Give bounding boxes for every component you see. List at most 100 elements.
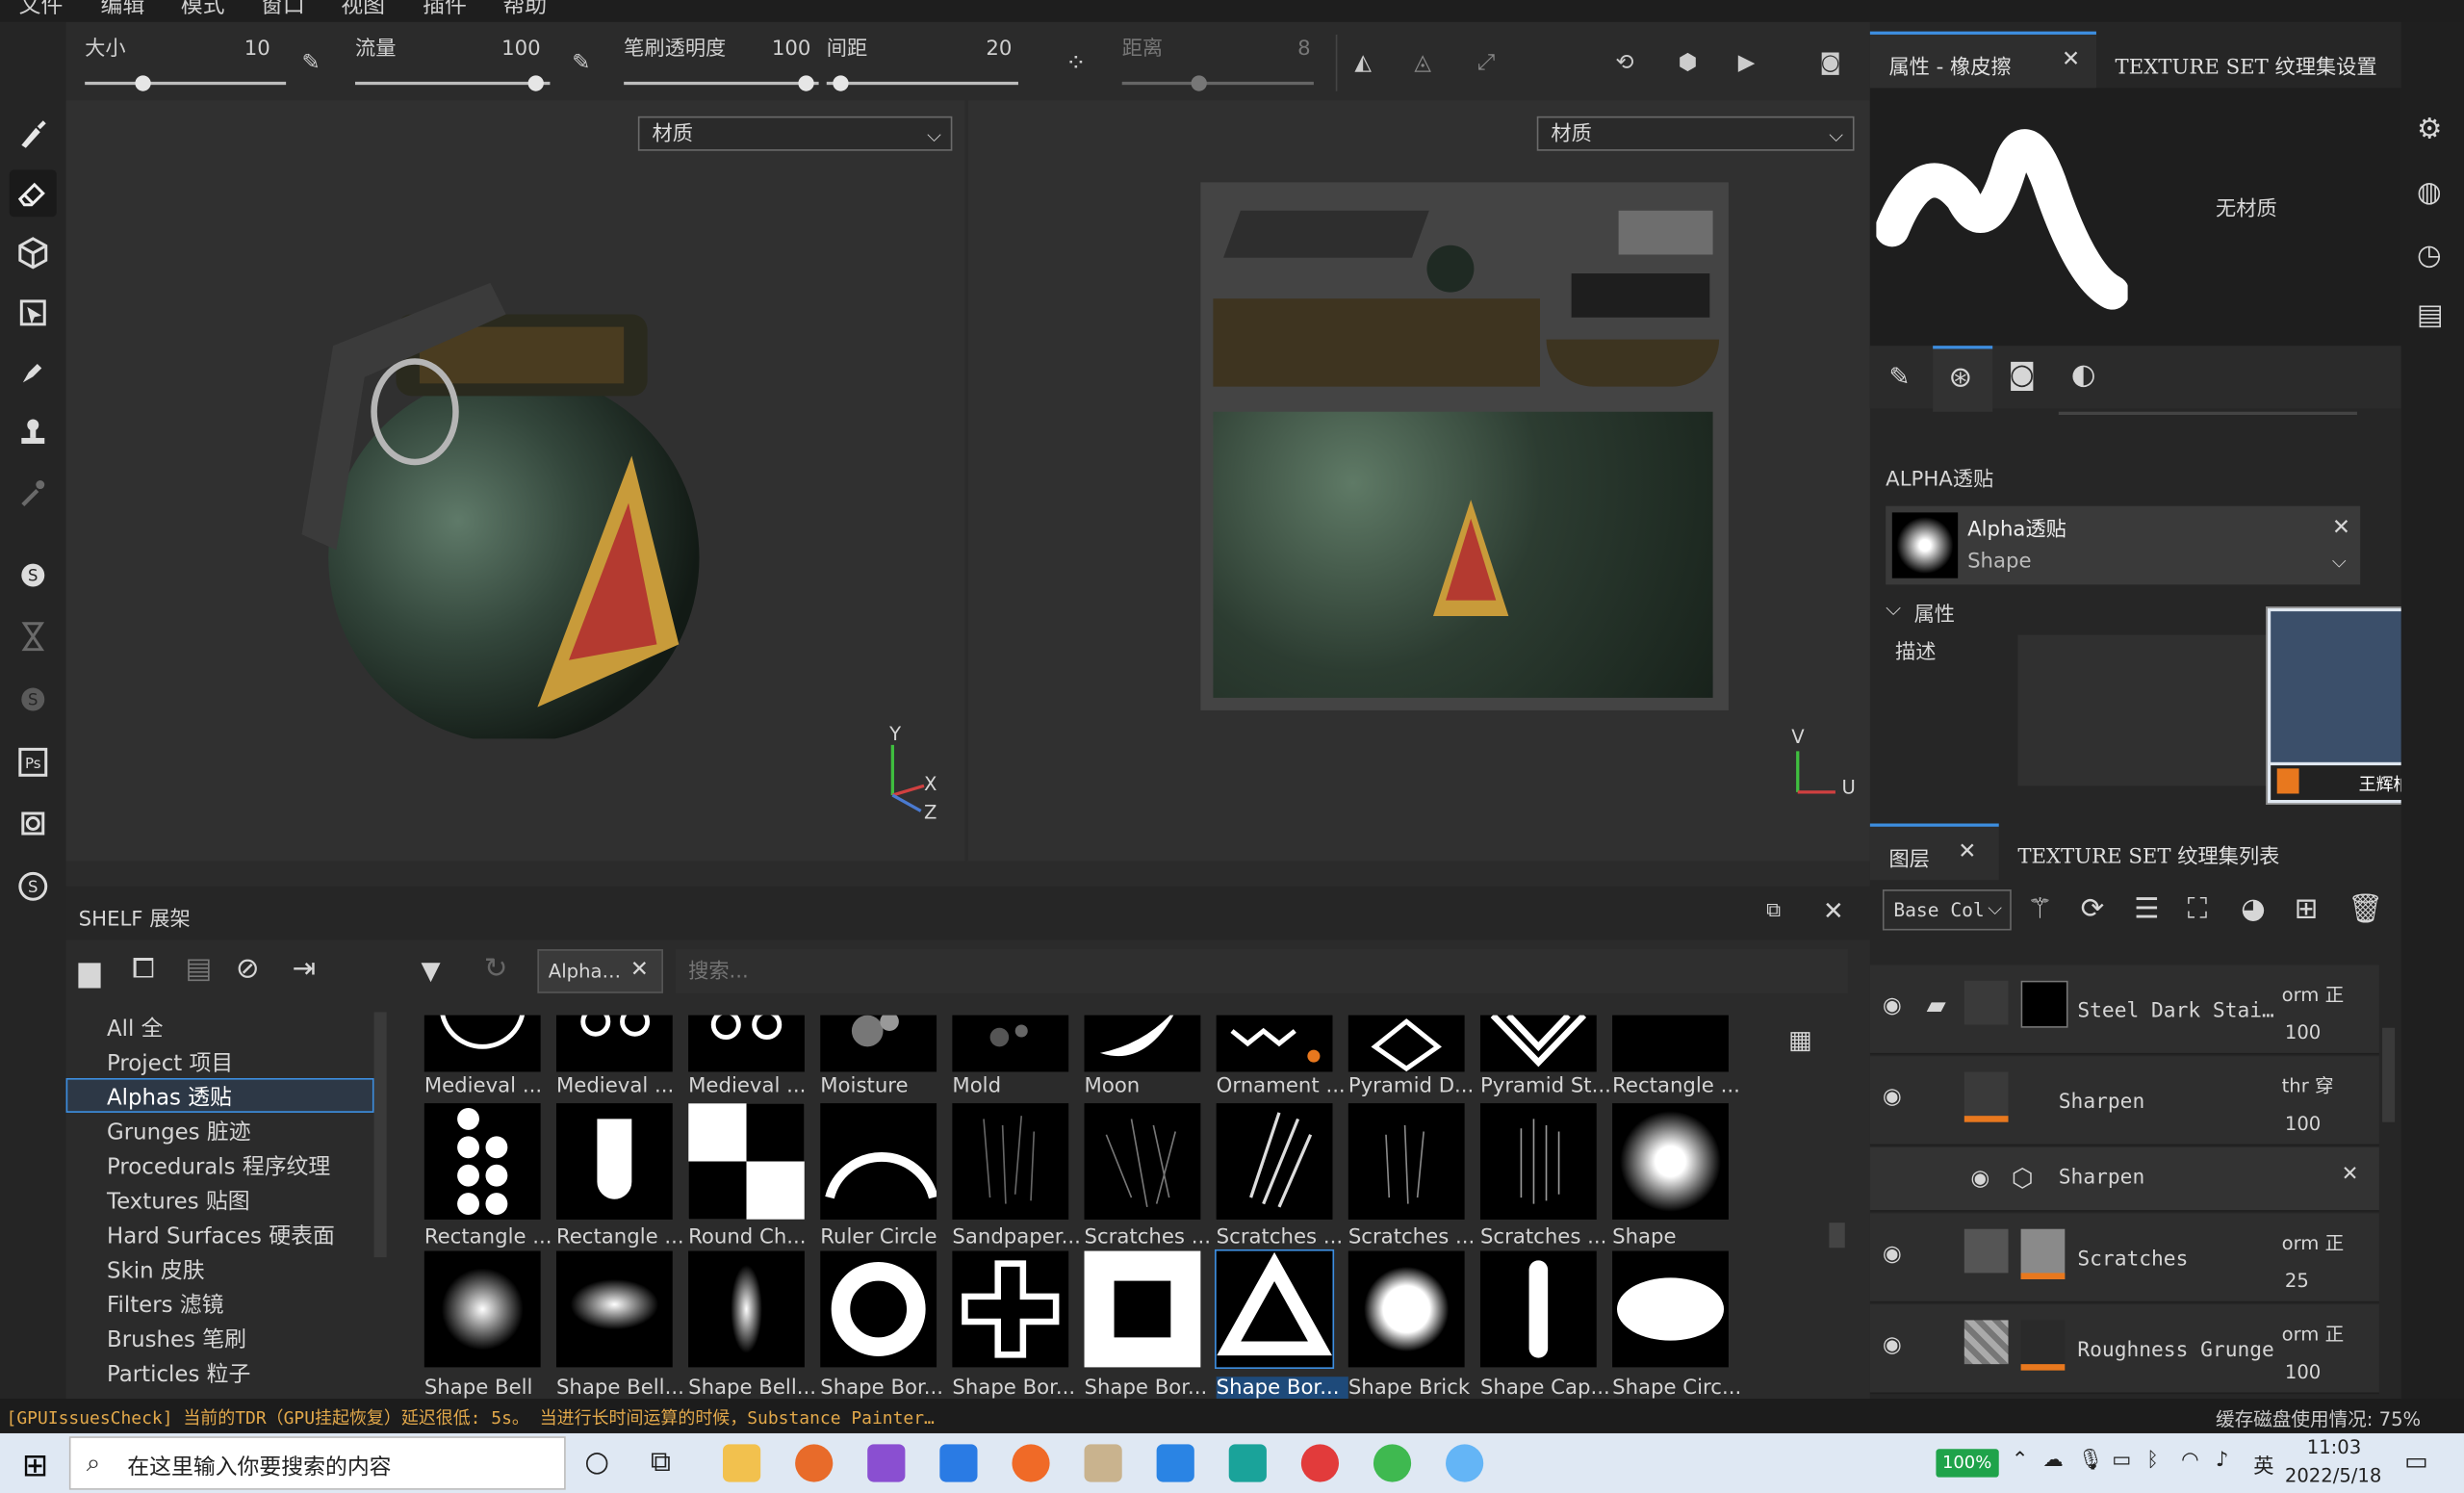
category-skin[interactable]: Skin 皮肤 [107,1254,205,1286]
smudge-tool[interactable] [10,348,57,396]
layer-row[interactable]: ◉ Roughness Grunge orm 正 100 [1869,1304,2379,1395]
layer-opacity[interactable]: 100 [2285,1113,2321,1135]
refresh-tool[interactable] [10,800,57,847]
bluetooth-icon[interactable]: ᛒ [2146,1449,2159,1472]
alpha-thumb[interactable] [1216,1103,1333,1220]
size-slider[interactable] [85,81,287,86]
eye-icon[interactable]: ◉ [1883,993,1902,1018]
alpha-thumb[interactable] [820,1250,937,1368]
eye-icon[interactable]: ◉ [1970,1166,1989,1191]
transform-icon[interactable]: ⤢ [1477,50,1495,75]
screenshot-icon[interactable]: ◙ [1820,50,1841,75]
settings-icon[interactable]: ⚙ [2417,114,2442,146]
alpha-thumb[interactable] [1479,1103,1597,1220]
volume-icon[interactable]: ♪ [2216,1449,2229,1472]
menu-help[interactable]: 帮助 [502,0,547,17]
eye-icon[interactable]: ◉ [1883,1242,1902,1267]
alpha-thumb[interactable] [1479,1250,1597,1368]
shelf-search-input[interactable] [676,949,1848,993]
tab-layers[interactable]: 图层 ✕ [1869,823,1999,881]
alpha-thumb[interactable] [1216,1015,1333,1072]
substance-share-tool[interactable]: S [10,862,57,910]
alpha-thumb[interactable] [1612,1015,1729,1072]
paint-brush-tool[interactable] [10,110,57,157]
task-view-icon[interactable]: ⧉ [651,1446,671,1479]
wechat-icon[interactable] [1373,1444,1412,1482]
alpha-thumb[interactable] [952,1015,1069,1072]
alpha-thumb[interactable] [820,1015,937,1072]
shelf-scrollbar[interactable] [1829,1223,1845,1248]
alpha-thumb[interactable] [688,1015,805,1072]
alpha-clear-icon[interactable]: ✕ [2332,516,2350,541]
menu-file[interactable]: 文件 [19,0,64,17]
layer-opacity[interactable]: 25 [2285,1270,2309,1292]
category-all[interactable]: All 全 [107,1012,163,1043]
category-filters[interactable]: Filters 滤镜 [107,1289,224,1321]
camera-split-icon[interactable]: ⟲ [1615,50,1633,75]
alpha-tab[interactable]: ⊛ [1933,346,1993,412]
size-slider-knob[interactable] [135,75,151,91]
alpha-thumb[interactable] [1612,1250,1729,1368]
environment-icon[interactable]: ◍ [2417,176,2442,209]
wifi-icon[interactable]: ◠ [2181,1449,2199,1472]
add-folder-icon[interactable]: ⊞ [2295,892,2319,925]
folder-icon[interactable]: ▆ [79,956,101,989]
chevron-down-icon[interactable]: ⌵ [1886,597,1901,620]
category-scrollbar[interactable] [373,1012,387,1258]
projection-tool[interactable] [10,229,57,276]
cortana-icon[interactable]: ○ [584,1446,609,1479]
alpha-thumb[interactable] [688,1250,805,1368]
file-explorer-icon[interactable] [723,1444,761,1482]
tab-texture-set-settings[interactable]: TEXTURE SET 纹理集设置 [2116,50,2377,80]
alpha-thumb[interactable] [1348,1015,1465,1072]
shelf-close-icon[interactable]: ✕ [1823,896,1844,926]
new-window-icon[interactable]: ⧠ [132,952,155,985]
display-mode-icon[interactable]: ⬢ [1679,50,1698,75]
distance-value[interactable]: 8 [1264,38,1311,61]
alpha-thumb[interactable] [1084,1250,1201,1368]
visual-studio-icon[interactable] [867,1444,906,1482]
layer-row[interactable]: ◉ Sharpen thr 穿 100 [1869,1056,2379,1146]
flow-slider-knob[interactable] [527,75,544,91]
layer-opacity[interactable]: 100 [2285,1021,2321,1043]
polygon-fill-tool[interactable] [10,289,57,336]
menu-edit[interactable]: 编辑 [100,0,144,17]
brush-tab-icon[interactable]: ✎ [1888,362,1910,392]
import-icon[interactable]: ⇥ [293,952,317,985]
alpha-thumb[interactable] [424,1250,541,1368]
firefox-icon[interactable] [795,1444,834,1482]
symmetry-icon[interactable]: ◭ [1354,50,1372,75]
browser-icon[interactable] [1012,1444,1050,1482]
windows-start-icon[interactable]: ⊞ [22,1446,48,1483]
save-icon[interactable]: ▤ [186,952,213,985]
layer-row[interactable]: ◉ Scratches orm 正 25 [1869,1213,2379,1303]
substance-3d-tool[interactable]: S [10,676,57,723]
hide-icon[interactable]: ⊘ [236,952,260,985]
tray-chevron-up-icon[interactable]: ⌃ [2012,1449,2029,1472]
category-alphas[interactable]: Alphas 透贴 [107,1081,232,1113]
close-icon[interactable]: ✕ [1958,839,1976,864]
distance-slider-knob[interactable] [1191,75,1207,91]
alpha-thumb[interactable] [1612,1103,1729,1220]
stencil-tab-icon[interactable]: ◙ [2009,358,2037,391]
eye-icon[interactable]: ◉ [1883,1085,1902,1110]
image-viewer-icon[interactable] [1156,1444,1194,1482]
pen-opacity-icon[interactable]: ✎ [572,50,590,75]
alpha-slot[interactable]: Alpha透贴 Shape ✕ ⌵ [1886,505,2361,585]
video-camera-icon[interactable]: ▶ [1738,50,1756,75]
flow-slider[interactable] [354,81,551,86]
category-grunges[interactable]: Grunges 脏迹 [107,1116,251,1147]
clock-time[interactable]: 11:03 [2307,1436,2361,1458]
add-fill-layer-icon[interactable]: ⛶ [2188,892,2208,925]
layer-blend-mode[interactable]: orm 正 [2282,981,2345,1008]
layer-scrollbar[interactable] [2382,1027,2396,1122]
category-particles[interactable]: Particles 粒子 [107,1358,250,1390]
taskbar-search-box[interactable]: ⌕ 在这里输入你要搜索的内容 [68,1436,566,1490]
alpha-thumb[interactable] [952,1103,1069,1220]
opacity-value[interactable]: 100 [748,38,811,61]
menu-window[interactable]: 窗口 [261,0,305,17]
add-smart-material-icon[interactable]: ◕ [2241,892,2266,925]
size-value[interactable]: 10 [223,38,270,61]
alpha-thumb[interactable] [555,1250,673,1368]
flow-value[interactable]: 100 [477,38,541,61]
